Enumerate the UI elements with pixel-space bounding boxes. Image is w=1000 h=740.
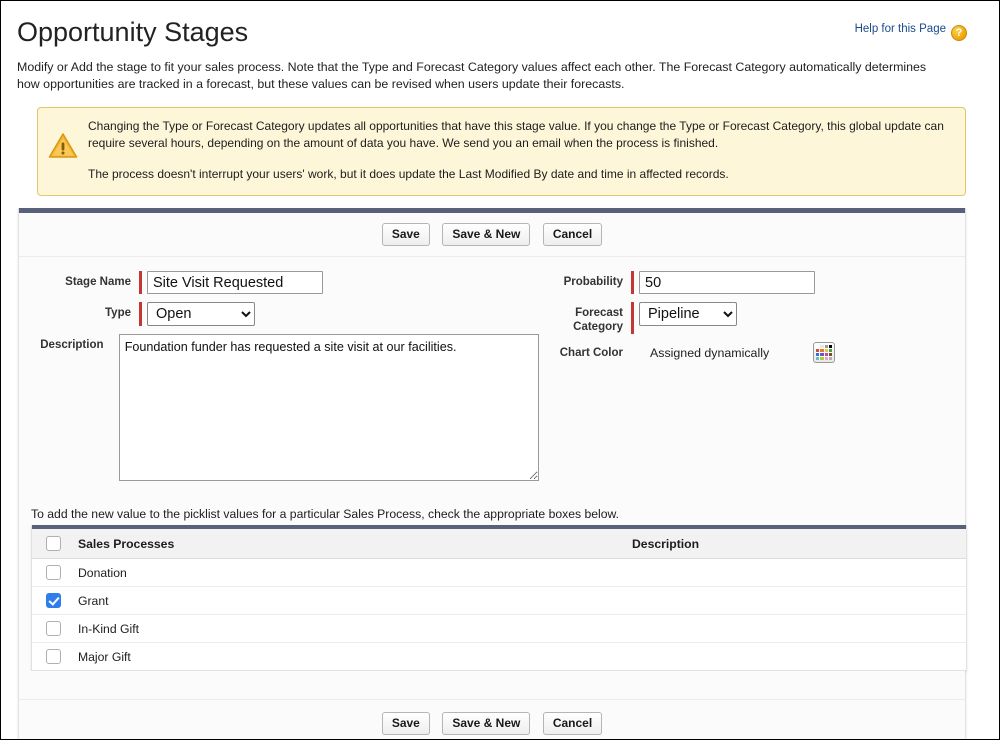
row-checkbox-cell — [32, 586, 72, 615]
palette-swatch-3 — [828, 345, 833, 348]
row-sales-process-name: In-Kind Gift — [72, 614, 626, 643]
row-checkbox-cell — [32, 558, 72, 587]
table-row: Major Gift — [32, 642, 966, 670]
palette-swatch-1 — [820, 345, 824, 348]
palette-swatch-15 — [828, 357, 833, 360]
form-body: Stage Name Type OpenClosed/WonClosed/Los… — [19, 257, 965, 489]
table-head: Sales Processes Description — [32, 529, 966, 559]
color-palette-icon[interactable] — [813, 342, 836, 363]
row-checkbox-in-kind-gift[interactable] — [46, 621, 61, 636]
row-description — [626, 558, 966, 587]
probability-label: Probability — [563, 276, 623, 288]
cancel-button-bottom[interactable]: Cancel — [542, 712, 603, 735]
question-mark-circle-icon[interactable]: ? — [951, 25, 967, 41]
stage-name-label: Stage Name — [65, 276, 131, 288]
row-sales-process-name: Grant — [72, 586, 626, 615]
field-forecast-category: Forecast Category OmittedPipelineBest Ca… — [541, 302, 965, 334]
field-stage-name: Stage Name — [31, 271, 539, 294]
palette-swatch-5 — [820, 349, 824, 352]
select-all-header-cell — [32, 529, 72, 559]
description-label: Description — [40, 339, 104, 351]
warning-triangle-icon — [48, 118, 78, 183]
warning-box: Changing the Type or Forecast Category u… — [37, 107, 966, 196]
palette-swatch-13 — [820, 357, 824, 360]
warning-container: Changing the Type or Forecast Category u… — [1, 93, 999, 196]
table-row: Grant — [32, 586, 966, 615]
field-probability: Probability — [541, 271, 965, 294]
table-body: Donation Grant In-Kind Gift Major Gift — [32, 558, 966, 670]
warning-paragraph-2: The process doesn't interrupt your users… — [88, 167, 729, 181]
row-checkbox-cell — [32, 614, 72, 643]
palette-swatch-0 — [816, 345, 820, 348]
palette-swatch-6 — [824, 349, 828, 352]
sales-processes-table: Sales Processes Description Donation Gran… — [32, 529, 966, 670]
palette-swatch-2 — [824, 345, 828, 348]
table-header-row: Sales Processes Description — [32, 529, 966, 559]
save-button-bottom[interactable]: Save — [381, 712, 430, 735]
table-row: In-Kind Gift — [32, 614, 966, 643]
bottom-button-bar: Save Save & New Cancel — [19, 699, 965, 739]
save-and-new-button-bottom[interactable]: Save & New — [442, 712, 531, 735]
stage-name-input[interactable] — [147, 271, 323, 294]
field-type: Type OpenClosed/WonClosed/Lost — [31, 302, 539, 326]
row-checkbox-major-gift[interactable] — [46, 649, 61, 664]
sales-processes-table-frame: Sales Processes Description Donation Gran… — [31, 525, 967, 671]
column-header-description: Description — [626, 529, 966, 559]
row-checkbox-donation[interactable] — [46, 565, 61, 580]
column-header-sales-processes: Sales Processes — [72, 529, 626, 559]
picklist-note: To add the new value to the picklist val… — [31, 507, 620, 521]
palette-swatch-14 — [824, 357, 828, 360]
top-button-bar: Save Save & New Cancel — [19, 213, 965, 257]
required-marker-forecast-category — [631, 302, 634, 334]
save-and-new-button-top[interactable]: Save & New — [442, 223, 531, 246]
required-marker-type — [139, 302, 142, 326]
save-button-top[interactable]: Save — [381, 223, 430, 246]
row-sales-process-name: Major Gift — [72, 642, 626, 670]
form-panel: Save Save & New Cancel Stage Name Type O — [18, 208, 967, 739]
page-header: Opportunity Stages Help for this Page? — [1, 1, 999, 59]
sales-processes-table-container: Sales Processes Description Donation Gran… — [19, 525, 967, 671]
help-for-this-page-link[interactable]: Help for this Page? — [855, 23, 967, 41]
field-chart-color: Chart Color Assigned dynamically — [541, 342, 965, 363]
intro-description: Modify or Add the stage to fit your sale… — [17, 60, 927, 91]
probability-input[interactable] — [639, 271, 815, 294]
help-link-label: Help for this Page — [854, 23, 946, 35]
type-select[interactable]: OpenClosed/WonClosed/Lost — [147, 302, 255, 326]
palette-swatch-10 — [824, 353, 828, 356]
palette-swatch-7 — [828, 349, 833, 352]
palette-swatch-12 — [816, 357, 820, 360]
forecast-category-select[interactable]: OmittedPipelineBest CaseCommitClosed — [639, 302, 737, 326]
table-bottom-spacer — [19, 671, 965, 699]
field-description: Description — [31, 334, 539, 481]
type-label: Type — [105, 307, 131, 319]
warning-text: Changing the Type or Forecast Category u… — [88, 118, 953, 183]
palette-swatch-11 — [828, 353, 833, 356]
table-row: Donation — [32, 558, 966, 587]
row-description — [626, 586, 966, 615]
cancel-button-top[interactable]: Cancel — [542, 223, 603, 246]
row-description — [626, 614, 966, 643]
select-all-checkbox[interactable] — [46, 536, 61, 551]
opportunity-stages-page: Opportunity Stages Help for this Page? M… — [0, 0, 1000, 740]
form-right-column: Probability Forecast Category OmittedPip… — [539, 271, 965, 489]
row-description — [626, 642, 966, 670]
row-sales-process-name: Donation — [72, 558, 626, 587]
forecast-category-label: Forecast Category — [573, 307, 623, 333]
row-checkbox-cell — [32, 642, 72, 670]
chart-color-label: Chart Color — [559, 347, 623, 359]
row-checkbox-grant[interactable] — [46, 593, 61, 608]
form-panel-container: Save Save & New Cancel Stage Name Type O — [1, 196, 999, 739]
palette-swatch-8 — [816, 353, 820, 356]
palette-swatch-4 — [816, 349, 820, 352]
required-marker-probability — [631, 271, 634, 294]
chart-color-value: Assigned dynamically — [650, 346, 770, 360]
page-title: Opportunity Stages — [17, 17, 249, 47]
color-palette-grid — [816, 345, 833, 360]
required-marker-stage-name — [139, 271, 142, 294]
palette-swatch-9 — [820, 353, 824, 356]
form-left-column: Stage Name Type OpenClosed/WonClosed/Los… — [19, 271, 539, 489]
warning-paragraph-1: Changing the Type or Forecast Category u… — [88, 119, 944, 150]
description-textarea[interactable] — [118, 334, 539, 481]
